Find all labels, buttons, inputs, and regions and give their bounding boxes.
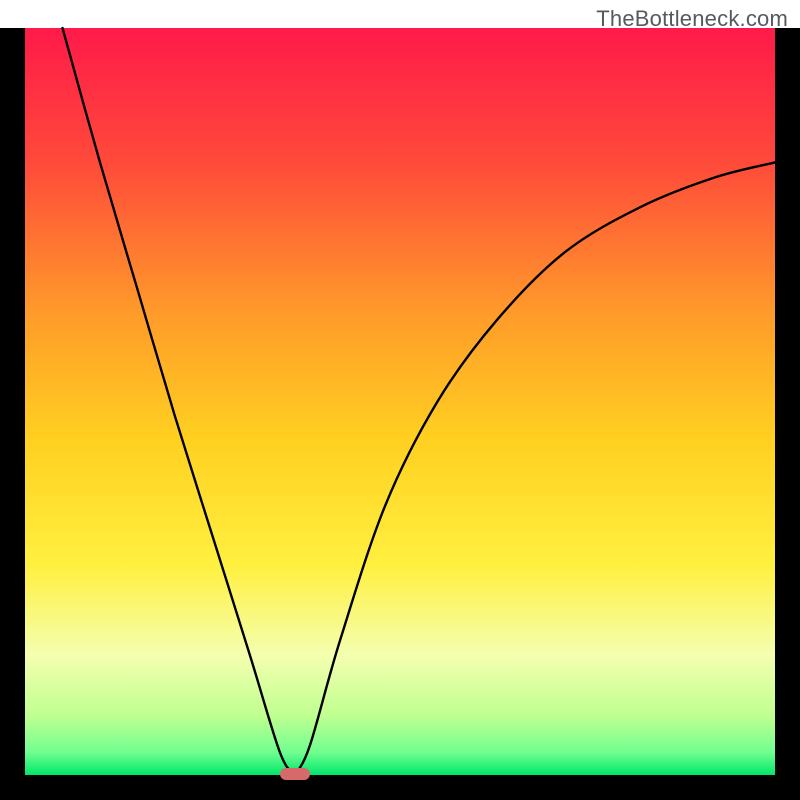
watermark-text: TheBottleneck.com	[596, 6, 788, 32]
plot-background	[25, 28, 775, 775]
chart-svg	[0, 0, 800, 800]
optimum-marker	[280, 768, 310, 780]
chart-frame	[0, 0, 800, 800]
